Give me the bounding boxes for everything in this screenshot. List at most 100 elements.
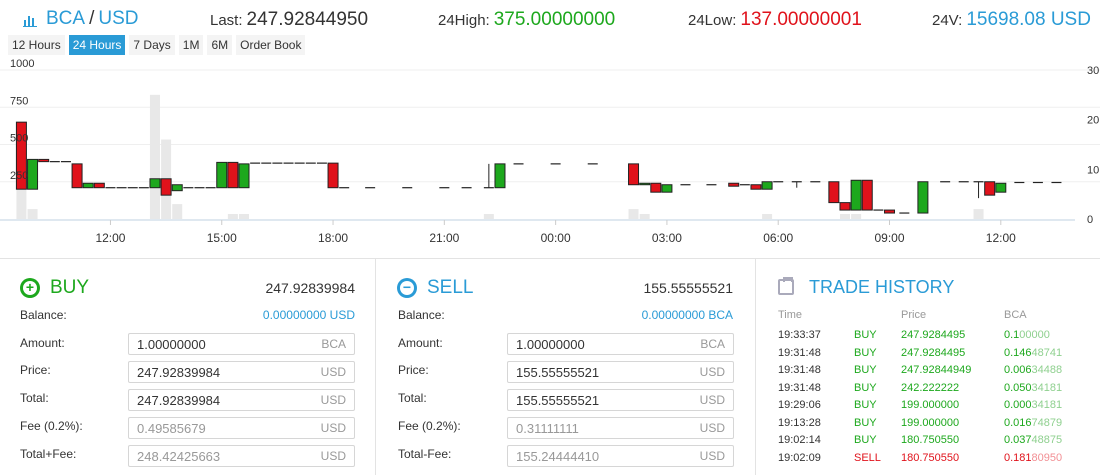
history-price: 242.222222 bbox=[901, 381, 960, 394]
history-price: 247.92844949 bbox=[901, 364, 972, 376]
trade-history-title: TRADE HISTORY bbox=[809, 277, 955, 297]
history-amount-significant: 0.146 bbox=[1004, 346, 1032, 359]
tab-1m[interactable]: 1M bbox=[178, 35, 204, 55]
sell-total-field[interactable]: 155.55555521 USD bbox=[507, 389, 734, 411]
history-side: BUY bbox=[854, 364, 877, 376]
buy-total-field[interactable]: 247.92839984 USD bbox=[128, 389, 355, 411]
candle-down bbox=[71, 163, 83, 189]
history-price: 247.9284495 bbox=[901, 346, 966, 359]
history-row: 19:31:48 BUY 247.9284495 0.14648741 bbox=[757, 347, 1100, 364]
high-value: 375.00000000 bbox=[493, 9, 616, 30]
bar-chart-icon bbox=[23, 16, 37, 27]
buy-price-field[interactable]: 247.92839984 USD bbox=[128, 361, 355, 383]
last-price: Last: 247.92844950 bbox=[210, 9, 368, 31]
sell-amount-unit: BCA bbox=[700, 337, 725, 351]
candle-down bbox=[628, 163, 640, 186]
buy-fee-field: 0.49585679 USD bbox=[128, 417, 355, 439]
candle-down bbox=[728, 182, 740, 187]
volume-bar bbox=[762, 214, 773, 219]
candle-up bbox=[850, 179, 862, 211]
volume-bar bbox=[239, 214, 250, 219]
sell-price-unit: USD bbox=[699, 365, 725, 379]
candle-up bbox=[238, 163, 250, 189]
candle-down bbox=[650, 182, 662, 193]
sell-panel: − SELL 155.55555521 Balance: 0.00000000 … bbox=[377, 259, 756, 475]
history-amount: 0.18180950 bbox=[1004, 452, 1062, 464]
x-tick-label: 06:00 bbox=[763, 231, 793, 245]
history-amount-significant: 0.037 bbox=[1004, 434, 1032, 446]
x-tick-label: 09:00 bbox=[874, 231, 904, 245]
buy-fee-value: 0.49585679 bbox=[137, 420, 206, 436]
history-row: 19:33:37 BUY 247.9284495 0.100000 bbox=[757, 329, 1100, 346]
history-price: 180.750550 bbox=[901, 451, 960, 464]
volume-bar bbox=[483, 214, 494, 219]
buy-total-unit: USD bbox=[320, 393, 346, 407]
tab-12-hours[interactable]: 12 Hours bbox=[8, 35, 65, 55]
candle-up bbox=[661, 184, 673, 193]
x-tick-label: 00:00 bbox=[541, 231, 571, 245]
candle-down bbox=[160, 178, 172, 196]
volume-bar bbox=[639, 214, 650, 219]
history-row: 19:29:06 BUY 199.000000 0.00034181 bbox=[757, 399, 1100, 416]
buy-panel: + BUY 247.92839984 Balance: 0.00000000 U… bbox=[0, 259, 376, 475]
high-price: 24High: 375.00000000 bbox=[438, 9, 615, 31]
history-row: 19:02:09 SELL 180.750550 0.18180950 bbox=[757, 452, 1100, 469]
volume-bar bbox=[839, 214, 850, 219]
volume-bar bbox=[149, 94, 160, 219]
sell-fee-unit: USD bbox=[699, 421, 725, 435]
volume-bar bbox=[851, 214, 862, 219]
candle-up bbox=[27, 158, 39, 190]
left-tick-label: 1000 bbox=[10, 58, 34, 70]
history-amount: 0.14648741 bbox=[1004, 347, 1062, 359]
tab-order-book[interactable]: Order Book bbox=[236, 35, 306, 55]
x-tick-label: 12:00 bbox=[986, 231, 1016, 245]
buy-amount-field[interactable]: 1.00000000 BCA bbox=[128, 333, 355, 355]
x-tick-label: 03:00 bbox=[652, 231, 682, 245]
history-amount: 0.03748875 bbox=[1004, 434, 1062, 446]
buy-amount-value: 1.00000000 bbox=[137, 336, 206, 352]
sell-amount-field[interactable]: 1.00000000 BCA bbox=[507, 333, 734, 355]
history-amount: 0.05034181 bbox=[1004, 382, 1062, 394]
history-amount: 0.01674879 bbox=[1004, 417, 1062, 429]
history-side: BUY bbox=[854, 346, 877, 359]
pair-separator: / bbox=[89, 8, 95, 29]
buy-title: + BUY bbox=[20, 277, 89, 299]
tab-24-hours[interactable]: 24 Hours bbox=[68, 35, 126, 55]
history-amount: 0.00034181 bbox=[1004, 399, 1062, 411]
tab-6m[interactable]: 6M bbox=[207, 35, 233, 55]
pair-title: BCA / USD bbox=[22, 8, 138, 30]
history-row: 19:31:48 BUY 247.92844949 0.00634488 bbox=[757, 364, 1100, 381]
history-amount-significant: 0.181 bbox=[1004, 451, 1032, 464]
history-side: BUY bbox=[854, 399, 877, 411]
history-col-price: Price bbox=[901, 309, 927, 321]
sell-title-text: SELL bbox=[427, 277, 474, 298]
buy-totalfee-unit: USD bbox=[320, 449, 346, 463]
right-tick-label: 20 bbox=[1087, 115, 1099, 127]
history-row: 19:13:28 BUY 199.000000 0.01674879 bbox=[757, 417, 1100, 434]
high-label: 24High: bbox=[438, 12, 490, 29]
history-time: 19:29:06 bbox=[778, 399, 821, 411]
sell-price-field[interactable]: 155.55555521 USD bbox=[507, 361, 734, 383]
history-time: 19:33:37 bbox=[778, 329, 821, 341]
sell-balance-label: Balance: bbox=[398, 308, 445, 322]
trade-history-panel: TRADE HISTORY Time Price BCA 19:33:37 BUY… bbox=[757, 259, 1100, 475]
right-tick-label: 10 bbox=[1087, 164, 1099, 176]
low-price: 24Low: 137.00000001 bbox=[688, 9, 862, 31]
history-amount-trailing: 80950 bbox=[1031, 451, 1063, 464]
history-time: 19:02:14 bbox=[778, 434, 821, 446]
low-value: 137.00000001 bbox=[740, 9, 862, 30]
history-amount: 0.100000 bbox=[1004, 329, 1050, 341]
tab-7-days[interactable]: 7 Days bbox=[129, 35, 175, 55]
buy-amount-unit: BCA bbox=[321, 337, 346, 351]
sell-amount-label: Amount: bbox=[398, 336, 443, 350]
volume-bar bbox=[227, 214, 238, 219]
buy-total-label: Total: bbox=[20, 391, 49, 405]
history-price: 247.9284495 bbox=[901, 329, 966, 341]
price-chart[interactable]: 1000 750 500 250 30 20 10 0 12:00 15:00 18:00 21:00… bbox=[0, 58, 1100, 258]
volume-label: 24V: bbox=[932, 12, 963, 29]
volume-value: 15698.08 USD bbox=[966, 9, 1091, 30]
volume-24h: 24V: 15698.08 USD bbox=[932, 9, 1091, 31]
history-amount-significant: 0.006 bbox=[1004, 364, 1032, 376]
history-amount-trailing: 34181 bbox=[1031, 399, 1063, 411]
candles bbox=[15, 121, 1062, 214]
